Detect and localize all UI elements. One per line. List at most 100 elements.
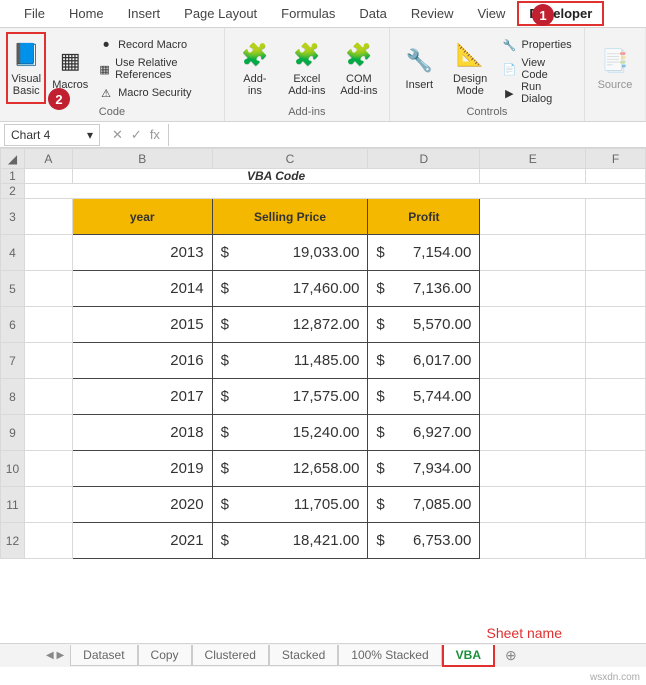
sheet-nav[interactable]: ◀ ▶ [40, 650, 70, 661]
name-box[interactable]: Chart 4▾ [4, 124, 100, 146]
record-macro-button[interactable]: ⏺Record Macro [94, 34, 218, 56]
cell-selling[interactable]: $11,705.00 [212, 487, 368, 523]
annotation-badge-1: 1 [532, 4, 554, 26]
cell-profit[interactable]: $6,017.00 [368, 343, 480, 379]
row-6[interactable]: 6 [1, 307, 25, 343]
cell-selling[interactable]: $17,575.00 [212, 379, 368, 415]
cell-year[interactable]: 2019 [72, 451, 212, 487]
cell-selling[interactable]: $12,658.00 [212, 451, 368, 487]
cell-profit[interactable]: $7,085.00 [368, 487, 480, 523]
group-xml: 📑Source [585, 28, 646, 121]
row-9[interactable]: 9 [1, 415, 25, 451]
chevron-down-icon: ▾ [87, 128, 93, 142]
tab-home[interactable]: Home [57, 1, 116, 26]
cell-selling[interactable]: $11,485.00 [212, 343, 368, 379]
tab-review[interactable]: Review [399, 1, 466, 26]
cell-selling[interactable]: $18,421.00 [212, 523, 368, 559]
row-1[interactable]: 1 [1, 169, 25, 184]
insert-control-button[interactable]: 🔧Insert [396, 32, 443, 104]
tab-data[interactable]: Data [347, 1, 398, 26]
excel-addins-icon: 🧩 [291, 39, 323, 71]
row-5[interactable]: 5 [1, 271, 25, 307]
cell-profit[interactable]: $6,927.00 [368, 415, 480, 451]
cell-profit[interactable]: $7,154.00 [368, 235, 480, 271]
relative-refs-button[interactable]: ▦Use Relative References [94, 58, 218, 80]
cell-profit[interactable]: $7,136.00 [368, 271, 480, 307]
sheet-tab-100stacked[interactable]: 100% Stacked [338, 645, 441, 666]
spreadsheet-grid[interactable]: ◢ A B C D E F 1 VBA Code 2 3 year Selling… [0, 148, 646, 559]
col-A[interactable]: A [24, 149, 72, 169]
row-11[interactable]: 11 [1, 487, 25, 523]
cell-year[interactable]: 2016 [72, 343, 212, 379]
header-year[interactable]: year [72, 199, 212, 235]
cell-profit[interactable]: $5,744.00 [368, 379, 480, 415]
cell-year[interactable]: 2020 [72, 487, 212, 523]
row-8[interactable]: 8 [1, 379, 25, 415]
cell-year[interactable]: 2015 [72, 307, 212, 343]
cancel-icon[interactable]: ✕ [112, 127, 123, 143]
visual-basic-button[interactable]: 📘 Visual Basic [6, 32, 46, 104]
enter-icon[interactable]: ✓ [131, 127, 142, 143]
view-code-button[interactable]: 📄View Code [498, 58, 578, 80]
com-addins-button[interactable]: 🧩COM Add-ins [335, 32, 383, 104]
sheet-tab-stacked[interactable]: Stacked [269, 645, 338, 666]
tab-file[interactable]: File [12, 1, 57, 26]
row-7[interactable]: 7 [1, 343, 25, 379]
row-12[interactable]: 12 [1, 523, 25, 559]
viewcode-icon: 📄 [502, 63, 518, 76]
run-dialog-button[interactable]: ▶Run Dialog [498, 82, 578, 104]
tab-developer[interactable]: Developer [517, 1, 604, 26]
formula-input[interactable] [168, 124, 646, 146]
rundialog-icon: ▶ [502, 87, 518, 100]
annotation-badge-2: 2 [48, 88, 70, 110]
addins-button[interactable]: 🧩Add- ins [231, 32, 279, 104]
macro-security-button[interactable]: ⚠Macro Security [94, 82, 218, 104]
group-code: 📘 Visual Basic ▦ Macros ⏺Record Macro ▦U… [0, 28, 225, 121]
cell-year[interactable]: 2021 [72, 523, 212, 559]
row-2[interactable]: 2 [1, 184, 25, 199]
col-E[interactable]: E [480, 149, 586, 169]
group-addins-label: Add-ins [231, 104, 383, 120]
cell-selling[interactable]: $17,460.00 [212, 271, 368, 307]
tab-page-layout[interactable]: Page Layout [172, 1, 269, 26]
visual-basic-label: Visual Basic [11, 73, 41, 97]
properties-button[interactable]: 🔧Properties [498, 34, 578, 56]
cell-profit[interactable]: $6,753.00 [368, 523, 480, 559]
sheet-tab-copy[interactable]: Copy [138, 645, 192, 666]
visual-basic-icon: 📘 [10, 39, 42, 71]
insert-control-icon: 🔧 [403, 45, 435, 77]
tab-formulas[interactable]: Formulas [269, 1, 347, 26]
row-3[interactable]: 3 [1, 199, 25, 235]
cell-profit[interactable]: $5,570.00 [368, 307, 480, 343]
title-cell[interactable]: VBA Code [72, 169, 479, 184]
cell-selling[interactable]: $15,240.00 [212, 415, 368, 451]
design-mode-button[interactable]: 📐Design Mode [447, 32, 494, 104]
row-10[interactable]: 10 [1, 451, 25, 487]
header-selling[interactable]: Selling Price [212, 199, 368, 235]
cell-year[interactable]: 2017 [72, 379, 212, 415]
sheet-tab-clustered[interactable]: Clustered [192, 645, 269, 666]
cell-profit[interactable]: $7,934.00 [368, 451, 480, 487]
sheet-tab-dataset[interactable]: Dataset [70, 645, 137, 666]
col-D[interactable]: D [368, 149, 480, 169]
excel-addins-button[interactable]: 🧩Excel Add-ins [283, 32, 331, 104]
design-mode-icon: 📐 [454, 39, 486, 71]
cell-selling[interactable]: $19,033.00 [212, 235, 368, 271]
select-all[interactable]: ◢ [1, 149, 25, 169]
cell-year[interactable]: 2014 [72, 271, 212, 307]
col-F[interactable]: F [586, 149, 646, 169]
add-sheet-button[interactable]: ⊕ [495, 647, 527, 664]
cell-year[interactable]: 2018 [72, 415, 212, 451]
col-B[interactable]: B [72, 149, 212, 169]
relative-icon: ▦ [98, 63, 111, 76]
row-4[interactable]: 4 [1, 235, 25, 271]
sheet-tab-vba[interactable]: VBA [442, 645, 495, 667]
cell-year[interactable]: 2013 [72, 235, 212, 271]
source-button[interactable]: 📑Source [591, 32, 639, 104]
tab-view[interactable]: View [465, 1, 517, 26]
cell-selling[interactable]: $12,872.00 [212, 307, 368, 343]
fx-icon[interactable]: fx [150, 127, 160, 143]
col-C[interactable]: C [212, 149, 368, 169]
header-profit[interactable]: Profit [368, 199, 480, 235]
tab-insert[interactable]: Insert [116, 1, 173, 26]
